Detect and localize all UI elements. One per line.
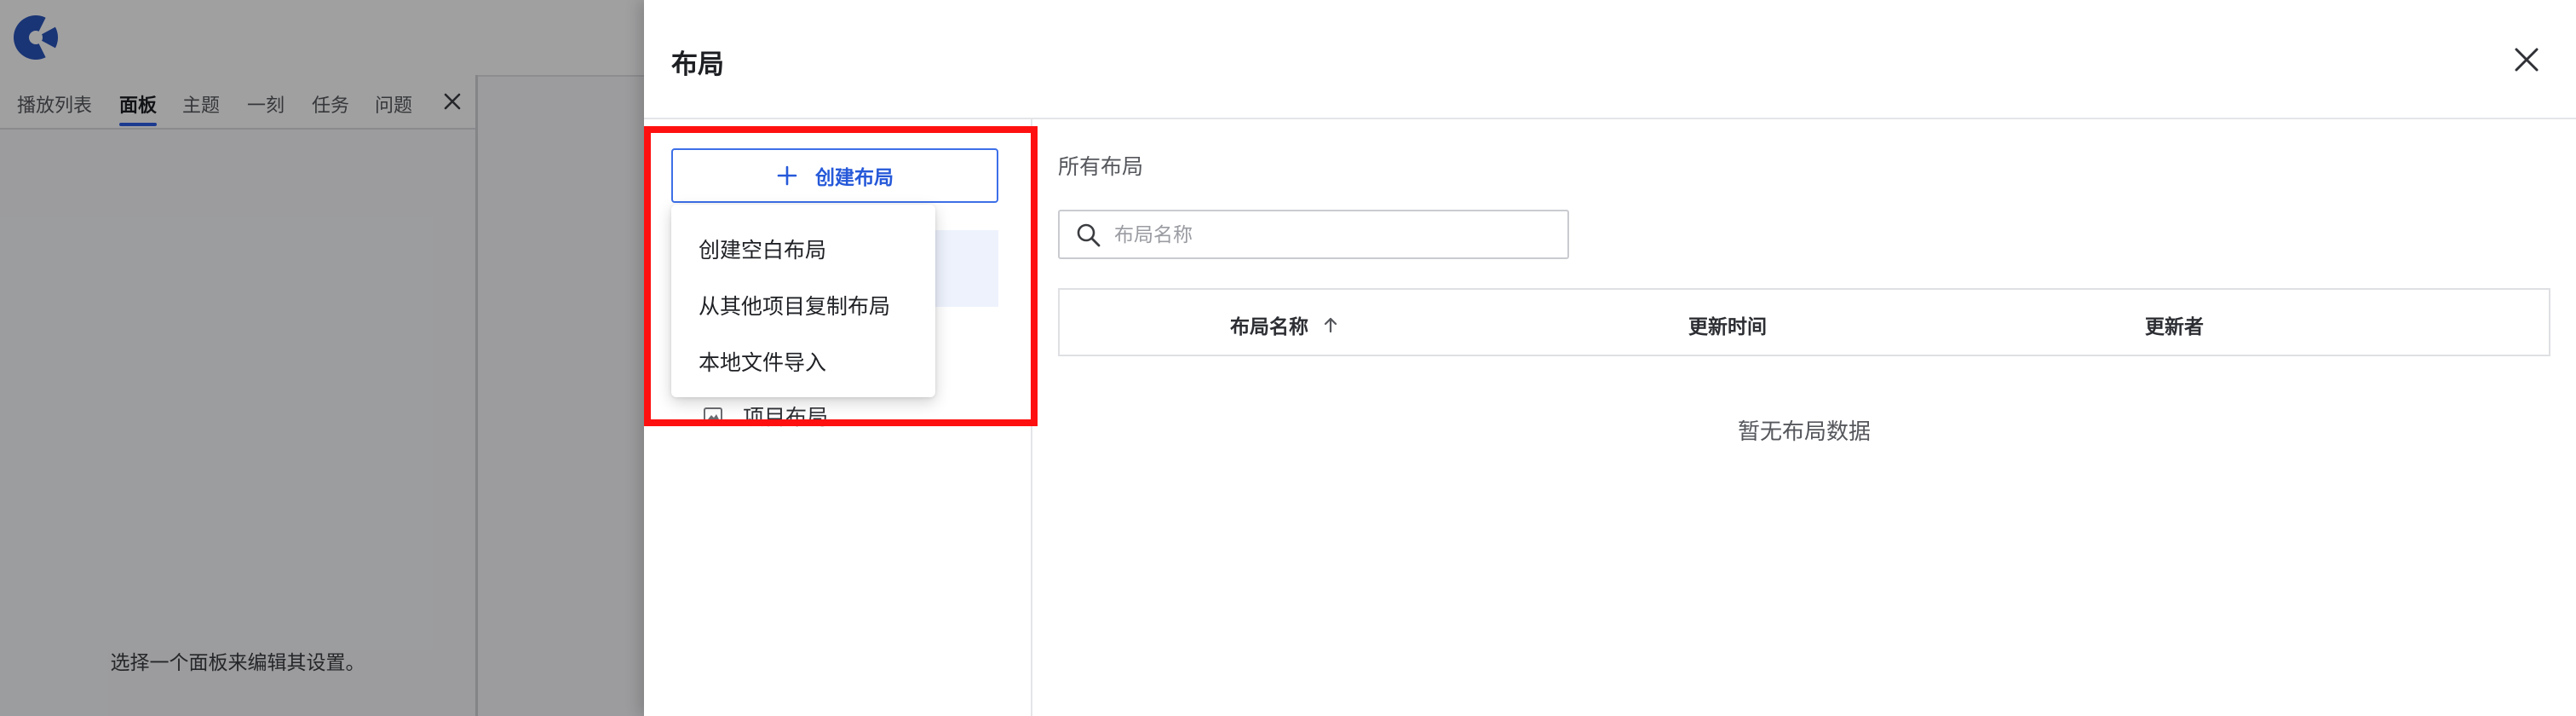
column-header-updater[interactable]: 更新者 (2145, 310, 2204, 339)
create-layout-label: 创建布局 (815, 167, 894, 189)
column-header-updated-time[interactable]: 更新时间 (1688, 310, 1767, 339)
menu-item-copy-from-project[interactable]: 从其他项目复制布局 (671, 281, 935, 332)
column-header-label: 更新者 (2145, 316, 2204, 338)
close-icon[interactable] (2510, 43, 2544, 77)
empty-state-text: 暂无布局数据 (1737, 419, 1871, 445)
section-label: 所有布局 (1058, 154, 1144, 179)
search-input[interactable] (1113, 211, 1559, 259)
modal-overlay[interactable] (0, 0, 647, 716)
nav-item-project-layouts[interactable]: 项目布局 (702, 401, 828, 431)
search-icon (1077, 223, 1101, 247)
menu-item-import-file[interactable]: 本地文件导入 (671, 338, 935, 389)
layout-icon (704, 407, 722, 424)
menu-item-create-blank[interactable]: 创建空白布局 (671, 225, 935, 276)
background-app: 播放列表 面板 主题 一刻 任务 问题 选择一个面板来编辑其设置。 (0, 0, 647, 716)
sort-ascending-icon[interactable] (1320, 315, 1341, 335)
table-header: 布局名称 更新时间 更新者 (1058, 288, 2550, 356)
layout-drawer: 布局 项目布局 创建布局 创建空白布局 从其他项目复制布局 本地文件导入 所有布… (644, 0, 2576, 716)
plus-icon (777, 165, 797, 186)
column-header-label: 更新时间 (1688, 316, 1767, 338)
create-layout-button[interactable]: 创建布局 (671, 148, 998, 203)
create-layout-menu: 创建空白布局 从其他项目复制布局 本地文件导入 (671, 205, 935, 397)
drawer-title: 布局 (671, 49, 724, 80)
column-header-label: 布局名称 (1230, 316, 1308, 338)
nav-item-label: 项目布局 (743, 405, 829, 430)
search-box (1058, 210, 1569, 259)
column-header-name[interactable]: 布局名称 (1230, 310, 1341, 339)
layout-nav: 项目布局 创建布局 创建空白布局 从其他项目复制布局 本地文件导入 (644, 119, 1038, 716)
